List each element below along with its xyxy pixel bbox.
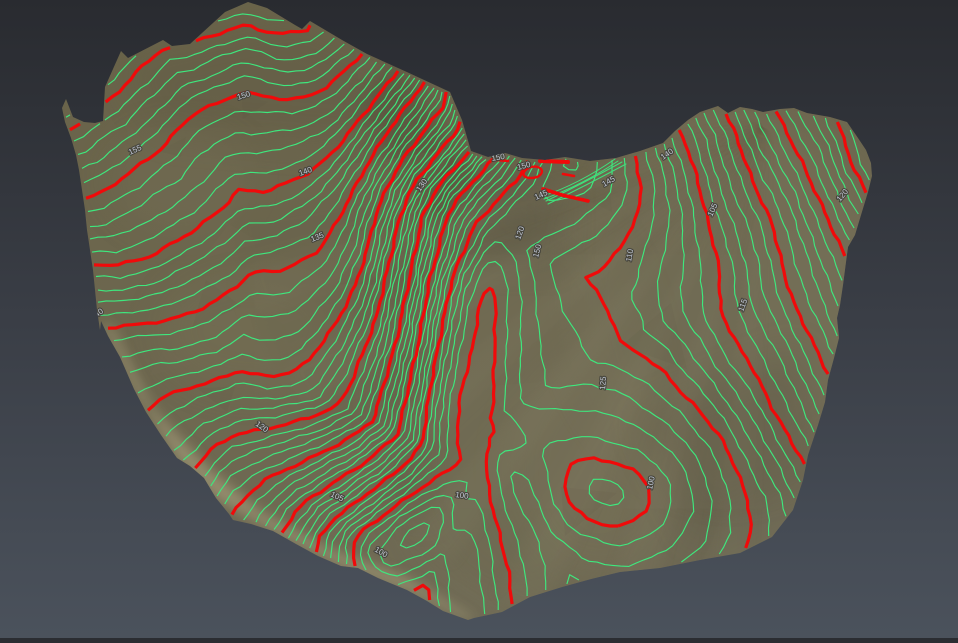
svg-text:100: 100: [455, 490, 470, 501]
svg-text:125: 125: [598, 376, 608, 391]
